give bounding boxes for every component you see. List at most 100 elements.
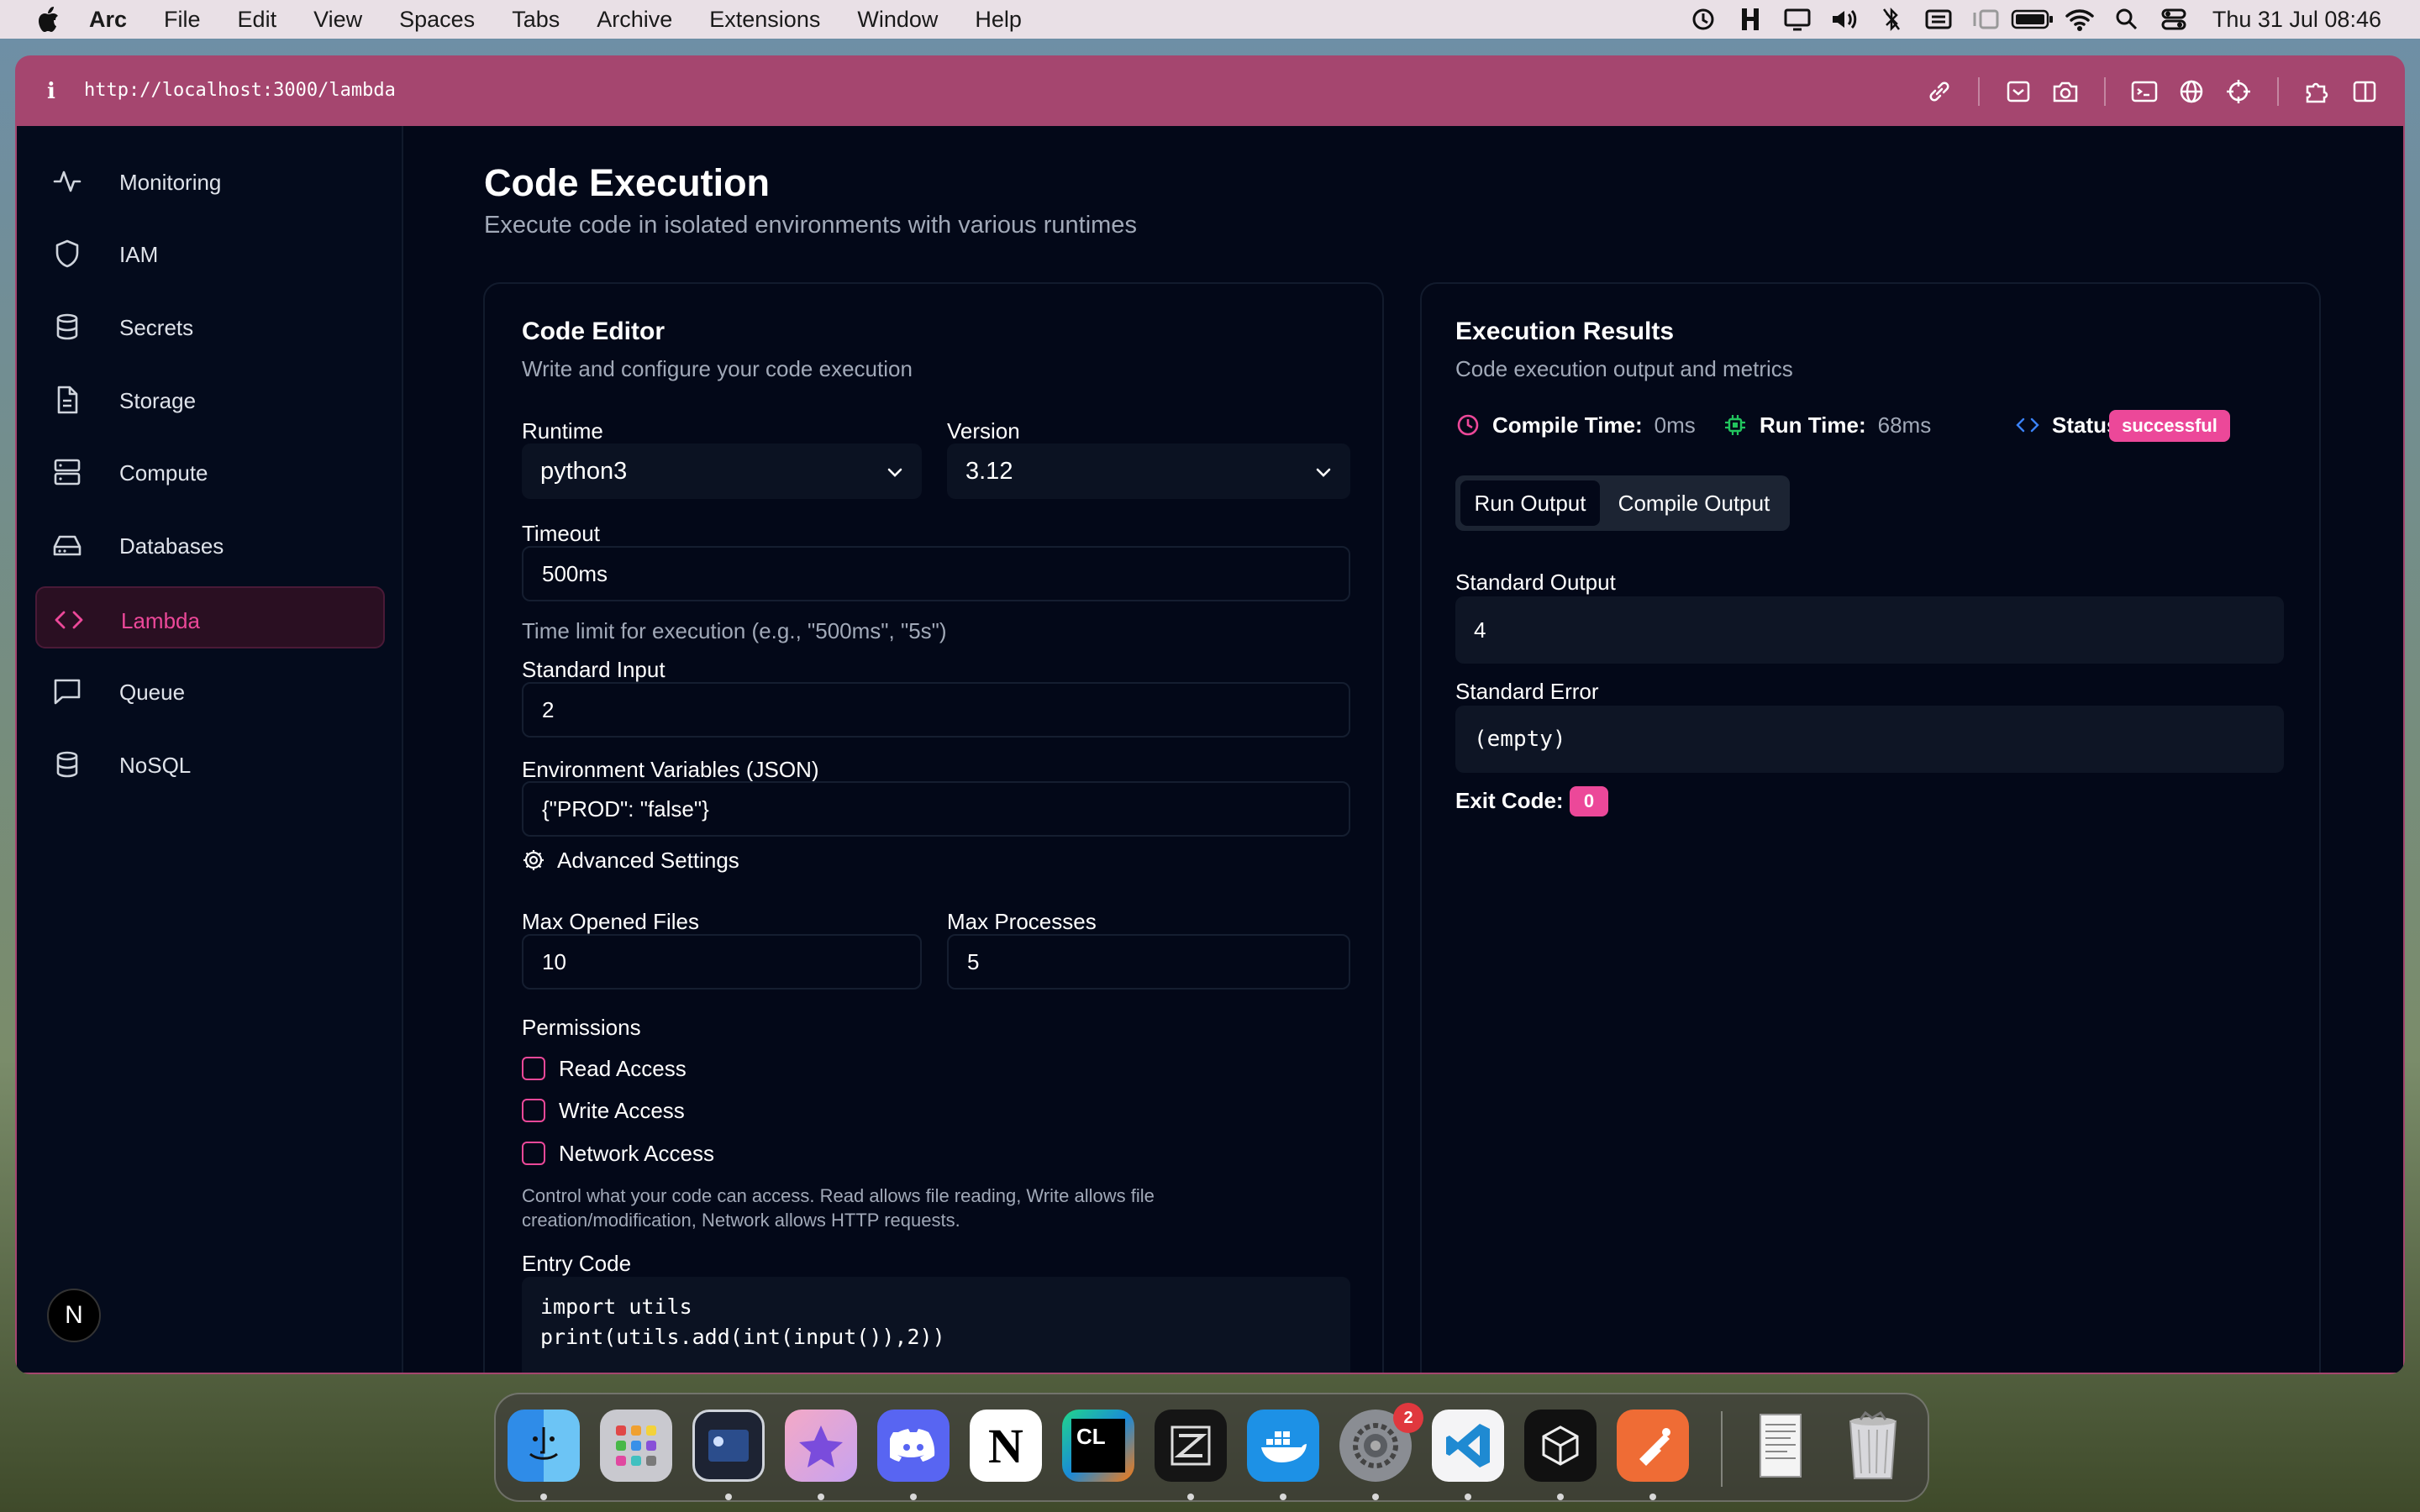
time-machine-icon[interactable] [1680,0,1727,39]
apple-icon[interactable] [35,4,64,34]
developer-console-icon[interactable] [2121,74,2168,109]
sidebar-item-iam[interactable]: IAM [35,222,385,284]
sidebar-item-storage[interactable]: Storage [35,368,385,430]
stdout-output: 4 [1455,596,2284,664]
menubar-clock[interactable]: Thu 31 Jul 08:46 [2212,7,2381,33]
permissions-help-line-2: creation/modification, Network allows HT… [522,1210,960,1231]
tab-run-output[interactable]: Run Output [1460,480,1600,526]
exit-code-label: Exit Code: [1455,788,1564,813]
docker-app-icon[interactable] [1247,1410,1319,1482]
camera-icon[interactable] [2042,74,2089,109]
timeout-help: Time limit for execution (e.g., "500ms",… [522,618,947,643]
menu-window[interactable]: Window [857,0,938,39]
max-files-input[interactable]: 10 [522,934,922,990]
sidebar-toggle-icon[interactable] [2341,74,2388,109]
runtime-label: Runtime [522,418,603,444]
stdin-input[interactable]: 2 [522,682,1350,738]
affinity-app-icon[interactable] [785,1410,857,1482]
network-access-label[interactable]: Network Access [559,1141,714,1167]
shield-icon [55,239,79,268]
stderr-output: (empty) [1455,706,2284,773]
battery-icon[interactable] [2009,0,2056,39]
runtime-select[interactable]: python3 [522,444,922,499]
avatar[interactable]: N [47,1289,101,1342]
sidebar-item-lambda[interactable]: Lambda [35,586,385,648]
main-area: Code Execution Execute code in isolated … [403,126,2403,1373]
sidebar-item-monitoring[interactable]: Monitoring [35,150,385,212]
write-access-checkbox[interactable] [522,1099,545,1122]
menu-file[interactable]: File [164,0,201,39]
menu-edit[interactable]: Edit [238,0,277,39]
timeout-input[interactable]: 500ms [522,546,1350,601]
sidebar-item-compute[interactable]: Compute [35,440,385,502]
menu-help[interactable]: Help [975,0,1022,39]
max-processes-input[interactable]: 5 [947,934,1350,990]
wifi-icon[interactable] [2056,0,2103,39]
write-access-label[interactable]: Write Access [559,1098,685,1124]
clion-app-icon[interactable]: CL [1062,1410,1134,1482]
sidebar-item-label: Queue [119,680,186,705]
running-indicator [1372,1494,1379,1500]
copy-link-icon[interactable] [1916,74,1963,109]
network-access-checkbox[interactable] [522,1142,545,1165]
entry-code-editor[interactable]: import utils print(utils.add(int(input()… [522,1277,1350,1373]
zed-app-icon[interactable] [1155,1410,1227,1482]
volume-icon[interactable] [1821,0,1868,39]
stage-manager-icon[interactable] [1962,0,2009,39]
launchpad-app-icon[interactable] [600,1410,672,1482]
bluetooth-off-icon[interactable] [1868,0,1915,39]
card-subtitle: Code execution output and metrics [1455,356,1793,381]
page-content: Monitoring IAM Secrets Storage Compute D… [17,126,2403,1373]
advanced-settings-toggle[interactable]: Advanced Settings [522,845,739,875]
page-subtitle: Execute code in isolated environments wi… [484,212,1137,239]
sidebar-item-nosql[interactable]: NoSQL [35,732,385,795]
card-title: Execution Results [1455,318,1675,345]
run-time-value: 68ms [1877,412,1932,438]
documents-stack-icon[interactable] [1744,1410,1817,1482]
finder-app-icon[interactable] [508,1410,580,1482]
crosshair-icon[interactable] [2215,74,2262,109]
compile-time-label: Compile Time: [1492,412,1643,438]
sidebar-item-secrets[interactable]: Secrets [35,295,385,357]
version-select[interactable]: 3.12 [947,444,1350,499]
discord-app-icon[interactable] [877,1410,950,1482]
unity-app-icon[interactable] [1524,1410,1597,1482]
menu-archive[interactable]: Archive [597,0,672,39]
runtime-value: python3 [540,457,628,485]
run-time-label: Run Time: [1760,412,1866,438]
url-field[interactable]: http://localhost:3000/lambda [84,80,396,101]
extensions-icon[interactable] [2294,74,2341,109]
env-input[interactable]: {"PROD": "false"} [522,781,1350,837]
menu-tabs[interactable]: Tabs [512,0,560,39]
running-indicator [725,1494,732,1500]
version-label: Version [947,418,1020,444]
read-access-label[interactable]: Read Access [559,1056,687,1082]
postman-app-icon[interactable] [1617,1410,1689,1482]
read-access-checkbox[interactable] [522,1057,545,1080]
menu-app-name[interactable]: Arc [89,0,127,39]
vscode-app-icon[interactable] [1432,1410,1504,1482]
harvest-icon[interactable] [1727,0,1774,39]
notification-badge: 2 [1393,1403,1423,1433]
display-icon[interactable] [1774,0,1821,39]
control-center-icon[interactable] [2150,0,2197,39]
spotlight-search-icon[interactable] [2103,0,2150,39]
menu-view[interactable]: View [313,0,362,39]
capture-icon[interactable] [1995,74,2042,109]
sidebar-item-databases[interactable]: Databases [35,513,385,575]
terminal-app-icon[interactable] [692,1410,765,1482]
notion-app-icon[interactable]: N [970,1410,1042,1482]
stdin-label: Standard Input [522,657,666,682]
sidebar-item-label: Databases [119,533,224,559]
sidebar-item-queue[interactable]: Queue [35,659,385,722]
menu-extensions[interactable]: Extensions [709,0,820,39]
running-indicator [1557,1494,1564,1500]
globe-icon[interactable] [2168,74,2215,109]
tab-compile-output[interactable]: Compile Output [1603,480,1785,526]
menu-spaces[interactable]: Spaces [399,0,475,39]
site-info-icon[interactable]: i [47,79,55,104]
running-indicator [1280,1494,1286,1500]
keyboard-layout-icon[interactable] [1915,0,1962,39]
sidebar-item-label: IAM [119,242,159,267]
trash-icon[interactable] [1837,1410,1909,1482]
